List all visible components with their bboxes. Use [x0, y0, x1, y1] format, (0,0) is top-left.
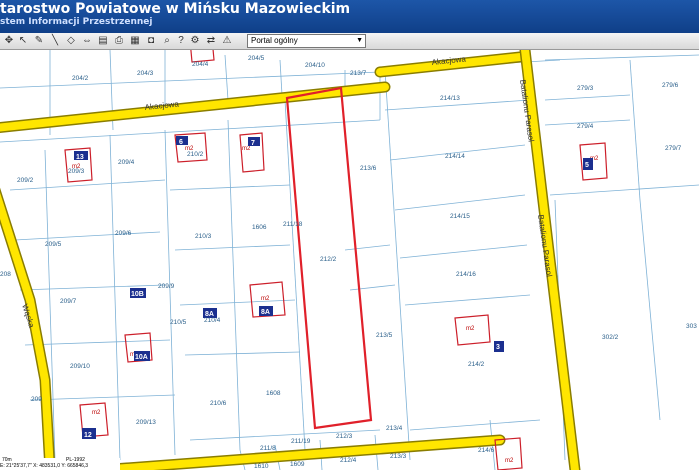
building-label: m2 [242, 146, 251, 152]
parcel-label: 214/14 [445, 153, 465, 160]
search-icon[interactable]: ⌕ [160, 34, 174, 48]
parcel-label: 209/13 [136, 419, 156, 426]
parcel-label: 211/19 [291, 438, 311, 445]
parcel-label: 214/2 [468, 361, 485, 368]
parcel-label: 279/7 [665, 145, 682, 152]
parcel-label: 209/3 [68, 168, 85, 175]
portal-select-value: Portal ogólny [251, 36, 298, 45]
parcel-label: 1606 [252, 224, 267, 231]
print-icon[interactable]: ⎙ [112, 34, 126, 48]
draw-icon[interactable]: ✎ [32, 34, 46, 48]
parcel-label: 204/3 [137, 70, 154, 77]
parcel-label: 211/8 [260, 445, 276, 452]
parcel-label: 212/4 [340, 457, 357, 464]
map-canvas[interactable]: Akacjowa Akacjowa Batalionu Parasol Bata… [0, 50, 699, 470]
parcel-label: 213/3 [390, 453, 407, 460]
parcel-label: 204/10 [305, 62, 325, 69]
building-label: m2 [92, 410, 101, 416]
parcel-label: 303 [686, 323, 697, 330]
layers-toggle-icon[interactable]: ⇄ [204, 34, 218, 48]
parcel-label: 209/5 [45, 241, 62, 248]
app-subtitle: stem Informacji Przestrzennej [0, 17, 153, 27]
house-number: 5 [585, 162, 589, 169]
building-label: m2 [505, 458, 514, 464]
measure-line-icon[interactable]: ╲ [48, 34, 62, 48]
app-title: tarostwo Powiatowe w Mińsku Mazowieckim [0, 1, 351, 17]
parcel-label: 211/18 [283, 221, 303, 228]
portal-select[interactable]: Portal ogólny ▼ [247, 34, 366, 48]
parcel-label: 214/16 [456, 271, 476, 278]
parcel-label: 214/6 [478, 447, 495, 454]
house-number: 3 [496, 344, 500, 351]
house-number: 6 [179, 139, 183, 146]
parcel-label: 213/4 [386, 425, 403, 432]
toolbar: ✥ ↖ ✎ ╲ ◇ ⇔ ▤ ⎙ ▦ ◘ ⌕ ? ⚙ ⇄ ⚠ Portal ogó… [0, 33, 699, 50]
parcel-label: 1610 [254, 463, 269, 470]
parcel-label: 204/5 [248, 55, 265, 62]
cart-icon[interactable]: ⚠ [220, 34, 234, 48]
header-bar: tarostwo Powiatowe w Mińsku Mazowieckim … [0, 0, 699, 33]
select-icon[interactable]: ↖ [16, 34, 30, 48]
identify-icon[interactable]: ▦ [128, 34, 142, 48]
parcel-label: 212/2 [320, 256, 337, 263]
parcel-label: 279/4 [577, 123, 594, 130]
house-number: 13 [76, 154, 84, 161]
house-number: 10B [131, 291, 144, 298]
parcel-label: 208 [0, 271, 11, 278]
parcel-label: 212/3 [336, 433, 353, 440]
export-icon[interactable]: ⚙ [188, 34, 202, 48]
parcel-label: 209/2 [17, 177, 34, 184]
parcel-label: 210/2 [187, 151, 204, 158]
help-icon[interactable]: ◘ [144, 34, 158, 48]
parcel-label: 209/10 [70, 363, 90, 370]
parcel-label: 209 [31, 396, 42, 403]
house-number: 7 [251, 140, 255, 147]
parcel-label: 209/4 [118, 159, 135, 166]
parcel-label: 302/2 [602, 334, 619, 341]
coordinates-readout: E: 21°25'37,7" X: 483531,0 Y: 665846,3 [0, 463, 89, 469]
house-numbers: 13 6 7 10B 8A 8A 10A 12 5 3 [74, 136, 593, 439]
measure-area-icon[interactable]: ◇ [64, 34, 78, 48]
house-number: 8A [261, 309, 270, 316]
parcel-label: 279/3 [577, 85, 594, 92]
parcel-label: 210/3 [195, 233, 212, 240]
building-label: m2 [196, 50, 205, 52]
parcel-label: 209/9 [158, 283, 175, 290]
settings-icon[interactable]: ? [174, 34, 188, 48]
parcel-label: 213/5 [376, 332, 393, 339]
parcel-label: 213/7 [350, 70, 367, 77]
parcel-label: 204/2 [72, 75, 89, 82]
layers-icon[interactable]: ▤ [96, 34, 110, 48]
parcel-label: 214/15 [450, 213, 470, 220]
parcel-label: 1608 [266, 390, 281, 397]
building-label: m2 [466, 326, 475, 332]
parcel-label: 1609 [290, 461, 305, 468]
status-bar: 70m PL-1992 E: 21°25'37,7" X: 483531,0 Y… [0, 457, 120, 470]
pan-icon[interactable]: ✥ [2, 34, 16, 48]
parcel-label: 279/6 [662, 82, 679, 89]
parcel-label: 209/7 [60, 298, 77, 305]
chevron-down-icon: ▼ [356, 37, 363, 44]
parcel-label: 204/4 [192, 61, 209, 68]
parcel-label: 210/4 [204, 317, 221, 324]
parcel-label: 210/6 [210, 400, 227, 407]
house-number: 10A [135, 354, 148, 361]
zoom-extent-icon[interactable]: ⇔ [80, 34, 94, 48]
parcel-label: 214/13 [440, 95, 460, 102]
house-number: 12 [84, 432, 92, 439]
parcel-label: 209/6 [115, 230, 132, 237]
parcel-label: 210/5 [170, 319, 187, 326]
parcel-label: 213/6 [360, 165, 377, 172]
building-label: m2 [261, 296, 270, 302]
